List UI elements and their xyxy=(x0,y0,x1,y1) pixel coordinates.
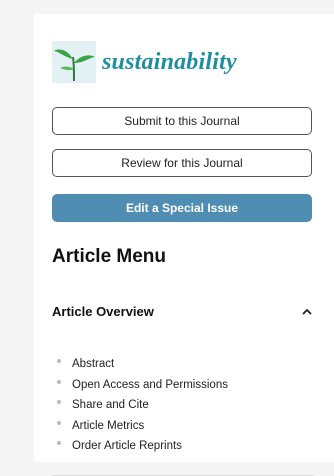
journal-logo[interactable]: sustainability xyxy=(52,41,237,83)
bullet-icon xyxy=(57,379,61,384)
article-overview-list: Abstract Open Access and Permissions Sha… xyxy=(57,354,228,457)
menu-item-order-reprints[interactable]: Order Article Reprints xyxy=(57,436,228,457)
menu-item-label: Open Access and Permissions xyxy=(72,378,228,391)
sidebar-panel: sustainability Submit to this Journal Re… xyxy=(34,14,334,476)
submit-to-journal-button[interactable]: Submit to this Journal xyxy=(52,107,312,135)
menu-item-label: Abstract xyxy=(72,358,115,371)
menu-item-label: Article Metrics xyxy=(72,419,145,432)
article-overview-toggle[interactable]: Article Overview xyxy=(52,304,314,319)
bullet-icon xyxy=(57,400,61,405)
chevron-up-icon[interactable] xyxy=(300,305,314,319)
menu-item-open-access[interactable]: Open Access and Permissions xyxy=(57,375,228,396)
bullet-icon xyxy=(57,441,61,446)
edit-special-issue-button[interactable]: Edit a Special Issue xyxy=(52,194,312,222)
bullet-icon xyxy=(57,359,61,364)
menu-item-label: Order Article Reprints xyxy=(72,440,182,453)
journal-logo-text: sustainability xyxy=(102,48,237,75)
plant-logo-icon xyxy=(52,41,96,83)
menu-item-share-and-cite[interactable]: Share and Cite xyxy=(57,395,228,416)
review-for-journal-button[interactable]: Review for this Journal xyxy=(52,149,312,177)
bullet-icon xyxy=(57,420,61,425)
article-menu-title: Article Menu xyxy=(52,246,167,267)
article-overview-title: Article Overview xyxy=(52,304,154,319)
menu-item-abstract[interactable]: Abstract xyxy=(57,354,228,375)
menu-item-article-metrics[interactable]: Article Metrics xyxy=(57,416,228,437)
menu-item-label: Share and Cite xyxy=(72,399,149,412)
